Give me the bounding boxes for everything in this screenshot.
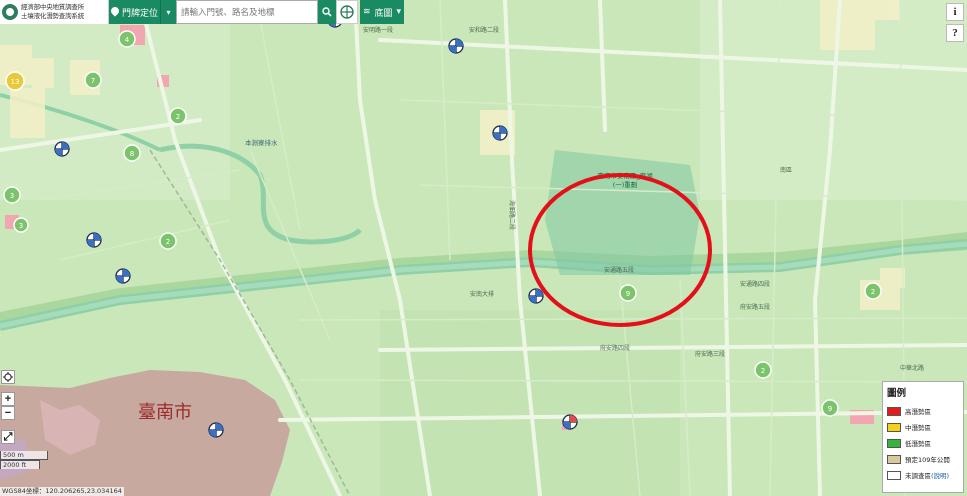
zoom-out-button[interactable]: − [1,406,15,420]
chevron-down-icon: ▾ [396,7,402,17]
legend-item: 未調查區(說明) [887,467,959,483]
svg-text:2: 2 [166,238,170,246]
legend-swatch-medium [887,422,901,432]
legend-title: 圖例 [887,388,907,399]
legend-swatch-high [887,406,901,416]
fullscreen-button[interactable]: ⤢ [1,430,15,444]
zoom-in-button[interactable]: + [1,392,15,406]
svg-text:3: 3 [19,222,23,230]
road-label: 中華北路 [900,364,924,372]
cluster-marker[interactable]: 3 [3,186,21,204]
borehole-marker[interactable] [448,38,464,54]
system-name: 土壤液化潛勢查詢系統 [21,12,85,20]
borehole-marker[interactable] [492,125,508,141]
locate-dropdown-button[interactable]: ▾ [160,0,176,24]
crosshair-icon [340,5,354,19]
svg-text:13: 13 [11,78,20,86]
info-icon: i [953,6,957,18]
scale-bar-imperial: 2000 ft [0,460,40,469]
svg-text:7: 7 [91,77,95,85]
legend-item: 中潛勢區 [887,419,959,435]
road-label: 府安路五段 [740,303,770,311]
target-icon [3,372,13,382]
svg-text:2: 2 [761,367,765,375]
svg-text:9: 9 [626,290,630,298]
cluster-marker[interactable]: 13 [5,71,25,91]
search-input[interactable]: 請輸入門號、路名及地標 [176,0,318,24]
road-label: 安通路五段 [604,266,634,274]
coordinate-readout: WGS84坐標：120.206265,23.034164 [0,487,124,496]
cluster-marker[interactable]: 9 [619,284,637,302]
layers-icon: ≋ [362,7,371,17]
my-location-button[interactable] [336,0,358,24]
borehole-marker[interactable] [208,422,224,438]
road-label: 安通路四段 [740,280,770,288]
road-label: 安和路二段 [469,26,499,34]
cluster-marker[interactable]: 2 [159,232,177,250]
locate-by-address-button[interactable]: 門牌定位 [109,0,160,24]
cluster-marker[interactable]: 8 [123,144,141,162]
app-brand: 經濟部中央地質調查所 土壤液化潛勢查詢系統 [0,0,109,24]
cluster-marker[interactable]: 2 [754,361,772,379]
road-label: 安明路一段 [363,26,393,34]
legend-item: 低潛勢區 [887,435,959,451]
legend-panel: 圖例 高潛勢區 中潛勢區 低潛勢區 預定109年公開 未調查區(說明) [882,381,964,493]
svg-text:2: 2 [871,288,875,296]
basemap-label: 底圖 [374,8,393,19]
agency-name: 經濟部中央地質調查所 [21,3,85,11]
borehole-marker[interactable] [54,141,70,157]
map-canvas[interactable]: 安明路一段 安和路二段 海佃路二段 安通路五段 安通路四段 府安路五段 安南大排… [0,0,967,496]
cluster-marker[interactable]: 9 [821,399,839,417]
zone-label-2: (一)重劃 [613,180,638,189]
road-label: 府安路四段 [600,344,630,352]
minus-icon: − [4,406,12,419]
city-label: 臺南市 [138,402,192,423]
help-button[interactable]: ? [946,24,964,42]
agency-logo [2,4,18,20]
borehole-marker[interactable] [86,232,102,248]
cluster-marker[interactable]: 7 [84,71,102,89]
road-label: 南區 [780,166,792,174]
borehole-marker[interactable] [562,414,578,430]
svg-text:4: 4 [125,36,130,44]
borehole-marker[interactable] [528,288,544,304]
svg-text:2: 2 [176,113,180,121]
cluster-marker[interactable]: 2 [864,282,882,300]
locate-label: 門牌定位 [121,8,158,19]
search-icon [322,7,332,17]
legend-swatch-unsurveyed [887,470,901,480]
locate-me-button[interactable] [1,370,15,384]
cluster-marker[interactable]: 4 [118,30,136,48]
info-button[interactable]: i [946,3,964,21]
chevron-down-icon: ▾ [166,7,171,17]
legend-swatch-low [887,438,901,448]
basemap-button[interactable]: ≋ 底圖 ▾ [360,0,404,24]
cluster-marker[interactable]: 2 [169,107,187,125]
svg-text:8: 8 [130,150,134,158]
legend-swatch-planned [887,454,901,464]
expand-icon: ⤢ [3,430,13,443]
plus-icon: + [4,392,12,405]
scale-bar-metric: 500 m [0,451,48,460]
top-toolbar: 經濟部中央地質調查所 土壤液化潛勢查詢系統 門牌定位 ▾ 請輸入門號、路名及地標… [0,0,404,24]
svg-text:9: 9 [828,405,832,413]
road-label: 府安路三段 [695,350,725,358]
legend-explain-link[interactable]: (說明) [931,472,949,480]
cluster-marker[interactable]: 3 [13,217,29,233]
water-label: 本淵寮排水 [245,138,278,147]
search-button[interactable] [318,0,336,24]
svg-text:3: 3 [10,192,14,200]
legend-item: 高潛勢區 [887,403,959,419]
road-label: 海佃路二段 [508,200,516,230]
road-label: 安南大排 [470,290,494,298]
map-pin-icon [111,7,119,17]
legend-item: 預定109年公開 [887,451,959,467]
help-icon: ? [952,27,958,39]
borehole-marker[interactable] [115,268,131,284]
